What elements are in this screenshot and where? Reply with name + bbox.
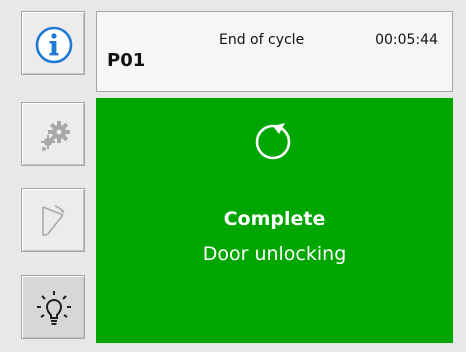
settings-button[interactable] [21,102,85,166]
light-button[interactable] [21,275,85,339]
status-subtitle: Door unlocking [202,243,347,265]
status-title: Complete [223,208,326,230]
lightbulb-icon [37,291,71,325]
info-button[interactable] [21,11,85,75]
gear-icon [41,121,70,151]
info-icon [35,26,73,64]
status-header: P01 End of cycle 00:05:44 [96,11,453,92]
cycle-complete-icon [255,123,291,160]
program-label: P01 [107,50,146,71]
cycle-phase-label: End of cycle [219,32,305,48]
door-button[interactable] [21,188,85,252]
door-icon [42,205,65,236]
status-panel: Complete Door unlocking [96,98,453,343]
sidebar [0,0,90,352]
elapsed-time: 00:05:44 [375,32,438,48]
